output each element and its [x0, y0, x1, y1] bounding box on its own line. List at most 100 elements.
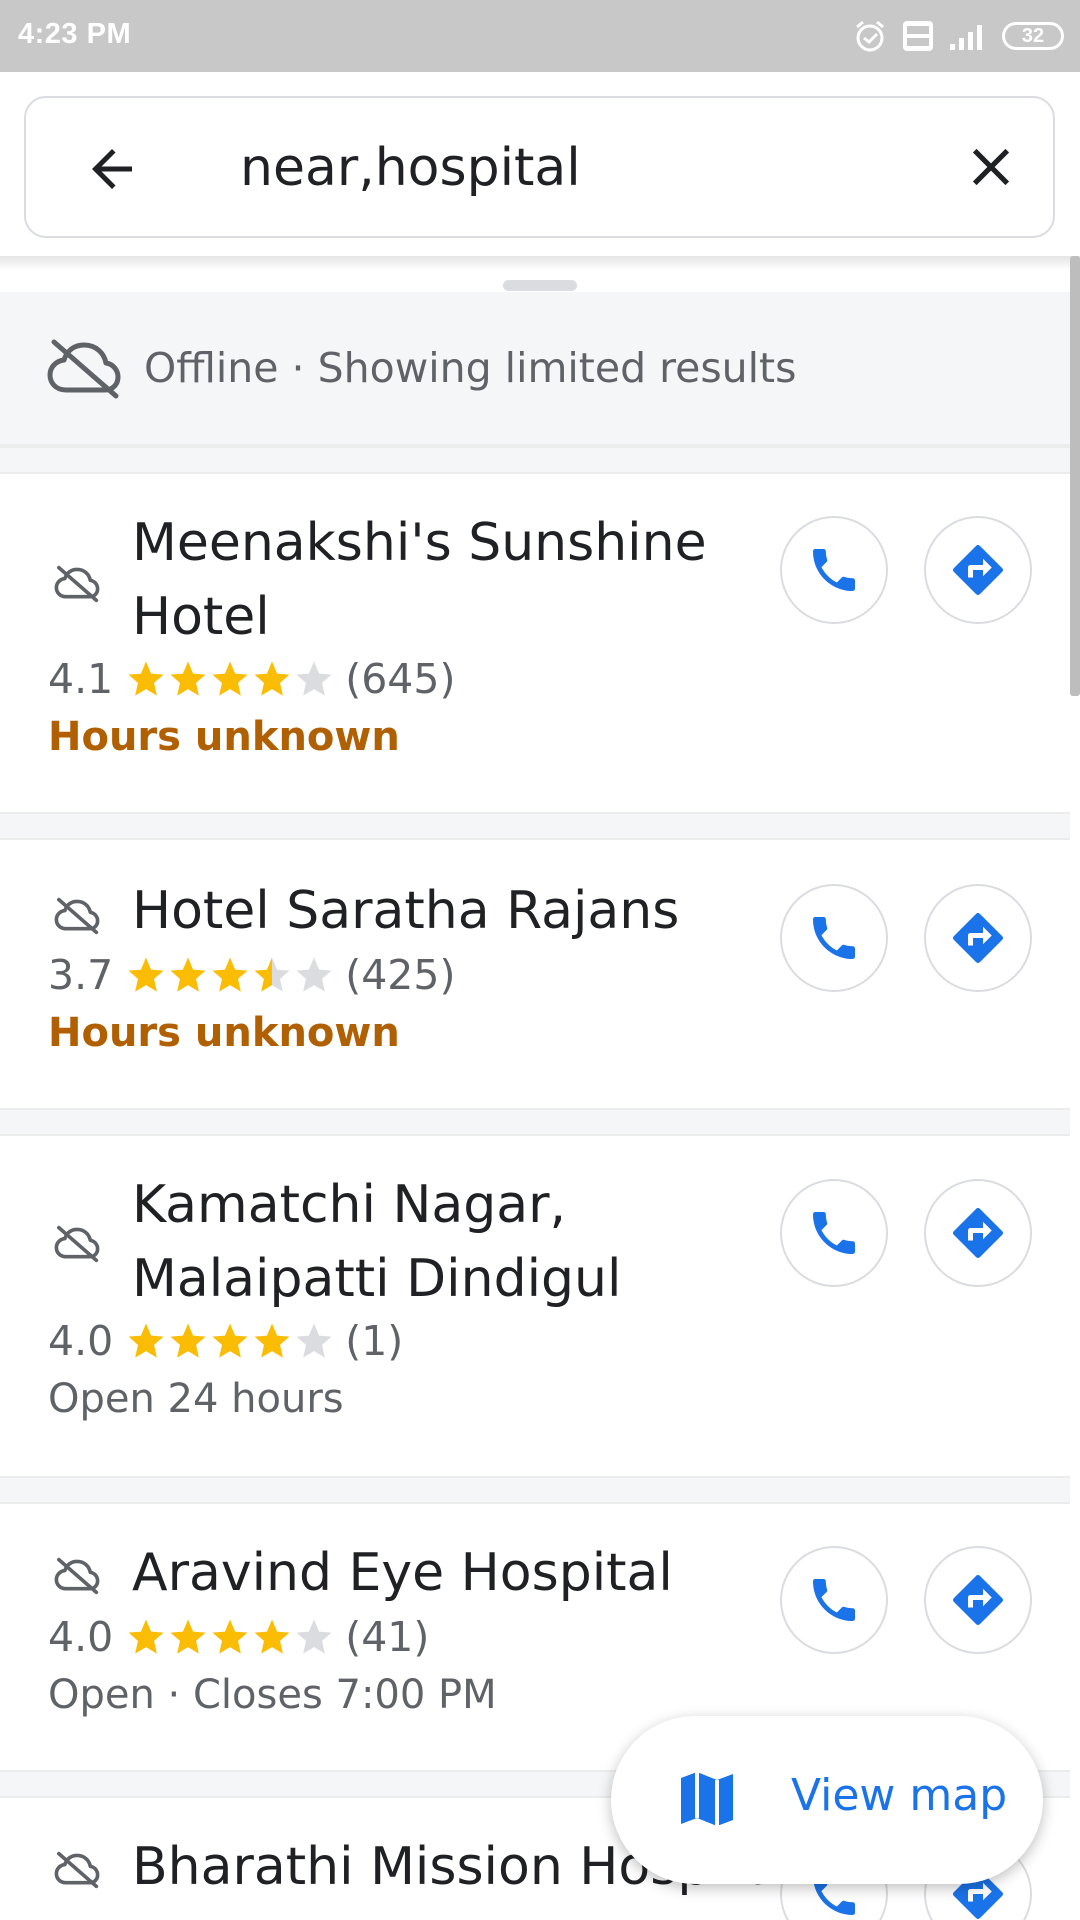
alarm-icon [856, 20, 884, 52]
arrow-left-icon [92, 149, 132, 189]
hours-status: Open 24 hours [48, 1376, 344, 1422]
hours-status: Hours unknown [48, 714, 400, 760]
star-icon [296, 1323, 332, 1358]
star-icon [296, 661, 332, 696]
place-name-line: Aravind Eye Hospital [132, 1543, 673, 1603]
rating-row: 4.0 (1) [48, 1314, 403, 1368]
phone-icon [813, 549, 855, 591]
clear-search-button[interactable] [956, 132, 1026, 202]
call-button[interactable] [780, 1179, 888, 1287]
star-icon [128, 1619, 164, 1654]
rating-value: 4.0 [48, 1317, 114, 1365]
status-icons: 32 [852, 14, 1064, 58]
divider [0, 1476, 1070, 1504]
place-name[interactable]: Hotel Saratha Rajans [132, 874, 732, 948]
place-name-line: Meenakshi's Sunshine [132, 513, 707, 573]
star-rating [125, 1616, 335, 1658]
map-icon [681, 1772, 733, 1826]
star-rating [125, 954, 335, 996]
place-name-line: Hotel Saratha Rajans [132, 881, 680, 941]
directions-button[interactable] [924, 516, 1032, 624]
call-button[interactable] [780, 516, 888, 624]
phone-icon [813, 1579, 855, 1621]
result-item[interactable]: Meenakshi's Sunshine Hotel 4.1 (645) Hou… [0, 474, 1070, 812]
search-area: near,hospital [0, 72, 1080, 256]
star-icon [212, 1619, 248, 1654]
star-icon [212, 957, 248, 992]
signal-icon [950, 25, 982, 50]
result-item[interactable]: Kamatchi Nagar, Malaipatti Dindigul 4.0 … [0, 1136, 1070, 1476]
volte-icon [903, 21, 933, 51]
sheet-shadow [0, 256, 1080, 270]
cloud-off-icon [47, 339, 121, 399]
cloud-off-icon [54, 1851, 100, 1889]
view-map-label: View map [791, 1770, 1008, 1821]
star-icon [170, 661, 206, 696]
phone-icon [813, 917, 855, 959]
rating-value: 3.7 [48, 951, 114, 999]
search-input[interactable]: near,hospital [240, 138, 581, 198]
rating-row: 4.1 (645) [48, 652, 455, 706]
directions-button[interactable] [924, 884, 1032, 992]
review-count: (645) [345, 655, 456, 703]
place-name[interactable]: Aravind Eye Hospital [132, 1536, 732, 1610]
view-map-button[interactable]: View map [611, 1716, 1043, 1884]
star-icon [254, 957, 290, 992]
star-icon [296, 1619, 332, 1654]
place-name-line: Hotel [132, 587, 270, 647]
call-button[interactable] [780, 1546, 888, 1654]
star-icon [128, 1323, 164, 1358]
directions-icon [952, 1574, 1004, 1626]
star-icon [254, 1323, 290, 1358]
hours-status: Open · Closes 7:00 PM [48, 1672, 497, 1718]
place-name[interactable]: Meenakshi's Sunshine Hotel [132, 506, 732, 654]
status-bar: 4:23 PM 32 [0, 0, 1080, 72]
star-icon [212, 661, 248, 696]
directions-icon [952, 912, 1004, 964]
cloud-off-icon [54, 1557, 100, 1595]
star-rating [125, 658, 335, 700]
star-icon [296, 957, 332, 992]
scrollbar[interactable] [1070, 256, 1080, 696]
star-icon [212, 1323, 248, 1358]
star-icon [254, 1619, 290, 1654]
sheet-drag-handle[interactable] [503, 280, 577, 291]
call-button[interactable] [780, 884, 888, 992]
directions-icon [952, 544, 1004, 596]
star-icon [128, 661, 164, 696]
star-icon [170, 1323, 206, 1358]
rating-row: 4.0 (41) [48, 1610, 429, 1664]
status-time: 4:23 PM [18, 18, 132, 50]
place-name-line: Malaipatti Dindigul [132, 1249, 622, 1309]
star-icon [254, 661, 290, 696]
star-rating [125, 1320, 335, 1362]
review-count: (1) [345, 1317, 404, 1365]
review-count: (425) [345, 951, 456, 999]
divider [0, 812, 1070, 840]
back-button[interactable] [82, 134, 190, 204]
offline-message: Offline · Showing limited results [144, 344, 797, 392]
cloud-off-icon [54, 1225, 100, 1263]
close-icon [972, 148, 1010, 186]
maps-search-results-page: 4:23 PM 32 near,hospital Offline · Showi… [0, 0, 1080, 1920]
search-box[interactable]: near,hospital [24, 96, 1055, 238]
rating-row: 3.7 (425) [48, 948, 455, 1002]
star-icon [128, 957, 164, 992]
place-name-line: Kamatchi Nagar, [132, 1175, 567, 1235]
review-count: (41) [345, 1613, 430, 1661]
result-item[interactable]: Hotel Saratha Rajans 3.7 (425) Hours unk… [0, 840, 1070, 1108]
phone-icon [813, 1212, 855, 1254]
hours-status: Hours unknown [48, 1010, 400, 1056]
directions-button[interactable] [924, 1546, 1032, 1654]
rating-value: 4.1 [48, 655, 114, 703]
divider [0, 446, 1070, 474]
directions-icon [952, 1207, 1004, 1259]
star-icon [170, 957, 206, 992]
directions-button[interactable] [924, 1179, 1032, 1287]
rating-value: 4.0 [48, 1613, 114, 1661]
cloud-off-icon [54, 897, 100, 935]
place-name[interactable]: Kamatchi Nagar, Malaipatti Dindigul [132, 1168, 732, 1316]
divider [0, 1108, 1070, 1136]
offline-banner: Offline · Showing limited results [0, 292, 1070, 446]
battery-icon: 32 [1002, 22, 1064, 50]
